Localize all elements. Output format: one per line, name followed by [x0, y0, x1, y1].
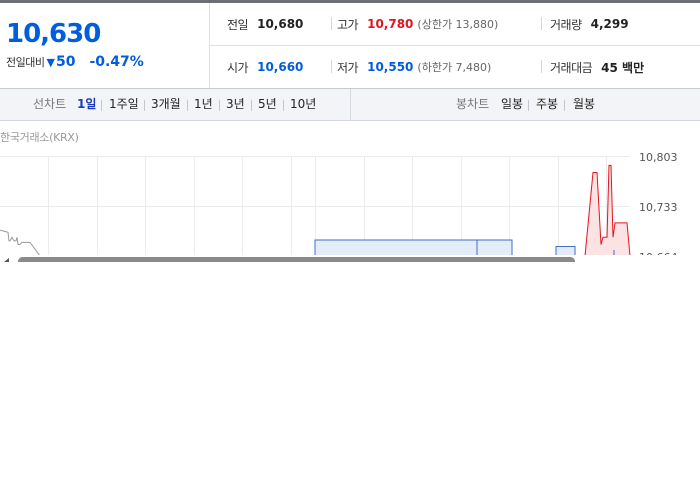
change-rate: -0.47%	[89, 54, 144, 70]
divider	[528, 100, 529, 111]
change-label: 전일대비	[6, 56, 45, 69]
y-tick-label: 10,733	[639, 201, 678, 214]
scroll-left-arrow-icon[interactable]	[4, 258, 9, 262]
period-tab-1y[interactable]: 1년	[194, 89, 213, 120]
prev-close: 전일 10,680	[227, 3, 303, 45]
scrollbar-thumb[interactable]	[18, 257, 575, 262]
period-tab-1d[interactable]: 1일	[77, 89, 96, 120]
y-tick-label: 10,803	[639, 151, 678, 164]
change-row: 전일대비 ▼ 50 -0.47%	[6, 54, 144, 70]
open-value: 10,660	[257, 60, 304, 74]
period-tab-10y[interactable]: 10년	[290, 89, 316, 120]
volume-value: 4,299	[590, 17, 629, 31]
divider	[251, 100, 252, 111]
divider	[541, 60, 542, 73]
period-tab-1w[interactable]: 1주일	[109, 89, 139, 120]
divider	[187, 100, 188, 111]
high-label: 고가	[337, 17, 359, 32]
divider	[101, 100, 102, 111]
candle-tab-weekly[interactable]: 주봉	[536, 89, 558, 120]
current-price: 10,630	[6, 19, 101, 49]
candle-tab-daily[interactable]: 일봉	[501, 89, 523, 120]
chart-toolbar: 선차트 1일 1주일 3개월 1년 3년 5년 10년 봉차트 일봉 주봉 월봉	[0, 88, 700, 121]
volume: 거래량 4,299	[550, 3, 629, 45]
price-chart[interactable]: 한국거래소(KRX) 10,803 10,733 10,664	[0, 120, 700, 262]
prev-close-value: 10,680	[257, 17, 304, 31]
line-chart-tabs: 선차트 1일 1주일 3개월 1년 3년 5년 10년	[0, 89, 351, 120]
divider	[564, 100, 565, 111]
candle-tab-monthly[interactable]: 월봉	[573, 89, 595, 120]
stock-widget: 10,630 전일대비 ▼ 50 -0.47% 전일 10,680 고가 10,…	[0, 3, 700, 262]
price-line-prev	[0, 229, 60, 257]
divider	[331, 17, 332, 30]
low-price: 저가 10,550 (하한가 7,480)	[337, 46, 491, 88]
divider	[283, 100, 284, 111]
info-row-2: 시가 10,660 저가 10,550 (하한가 7,480) 거래대금 45 …	[210, 46, 700, 88]
divider	[219, 100, 220, 111]
amount-label: 거래대금	[550, 60, 593, 75]
divider	[144, 100, 145, 111]
line-chart-label: 선차트	[33, 97, 67, 111]
divider	[541, 17, 542, 30]
down-triangle-icon: ▼	[46, 55, 55, 69]
trade-amount: 거래대금 45 백만	[550, 46, 644, 88]
upper-limit: (상한가 13,880)	[417, 18, 499, 31]
period-tab-3m[interactable]: 3개월	[151, 89, 181, 120]
low-label: 저가	[337, 60, 359, 75]
volume-label: 거래량	[550, 17, 582, 32]
chart-plot	[0, 164, 631, 262]
low-value: 10,550	[367, 60, 414, 74]
candle-chart-label: 봉차트	[456, 97, 490, 111]
period-tab-3y[interactable]: 3년	[226, 89, 245, 120]
info-row-1: 전일 10,680 고가 10,780 (상한가 13,880) 거래량 4,2…	[210, 3, 700, 46]
prev-close-label: 전일	[227, 17, 249, 32]
high-price: 고가 10,780 (상한가 13,880)	[337, 3, 498, 45]
change-value: 50	[55, 54, 76, 70]
open-label: 시가	[227, 60, 249, 75]
high-value: 10,780	[367, 17, 414, 31]
lower-limit: (하한가 7,480)	[417, 61, 492, 74]
open-price: 시가 10,660	[227, 46, 303, 88]
amount-value: 45 백만	[601, 60, 645, 75]
period-tab-5y[interactable]: 5년	[258, 89, 277, 120]
price-panel: 10,630 전일대비 ▼ 50 -0.47%	[0, 3, 210, 88]
divider	[331, 60, 332, 73]
